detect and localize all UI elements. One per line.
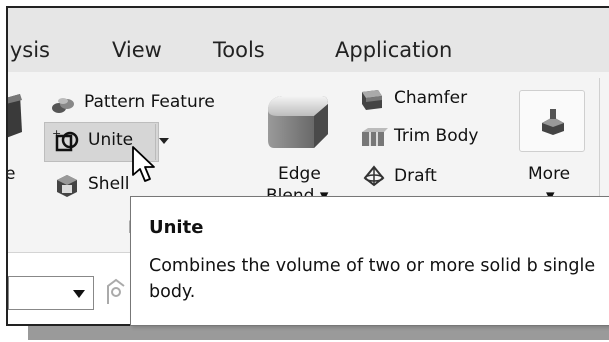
unite-label: Unite [88,130,134,150]
trim-body-icon [362,128,388,146]
partial-feature-label: e [6,164,16,184]
draft-icon [363,165,385,187]
partial-feature-icon [8,94,22,138]
mouse-cursor-icon [132,146,155,182]
menu-application[interactable]: Application [335,38,452,62]
unite-icon: + [52,128,79,152]
draft-button[interactable]: Draft [394,166,437,186]
tooltip-title: Unite [149,217,204,238]
menu-analysis[interactable]: lysis [8,38,50,62]
ribbon-separator [599,78,600,208]
unite-tooltip: Unite Combines the volume of two or more… [130,196,609,326]
trim-body-button[interactable]: Trim Body [394,126,478,146]
edge-blend-label-line1: Edge [278,164,321,184]
edge-blend-icon [268,96,328,148]
shell-icon [57,175,77,197]
selection-filter-dropdown[interactable] [8,276,94,310]
more-button[interactable]: More [528,164,570,184]
menu-bar: lysis View Tools Application [8,8,609,72]
pattern-feature-button[interactable]: Pattern Feature [84,92,215,112]
dropdown-arrow-icon [73,290,85,298]
chamfer-button[interactable]: Chamfer [394,88,467,108]
pattern-feature-icon [52,98,74,113]
tooltip-description: Combines the volume of two or more solid… [149,256,596,302]
chevron-down-icon[interactable] [158,136,170,146]
more-icon-box[interactable] [519,90,585,152]
more-icon [542,109,564,135]
chamfer-icon [362,90,382,110]
menu-tools[interactable]: Tools [213,38,265,62]
snap-point-icon[interactable] [104,278,130,306]
window-shadow [28,326,609,340]
menu-view[interactable]: View [112,38,162,62]
